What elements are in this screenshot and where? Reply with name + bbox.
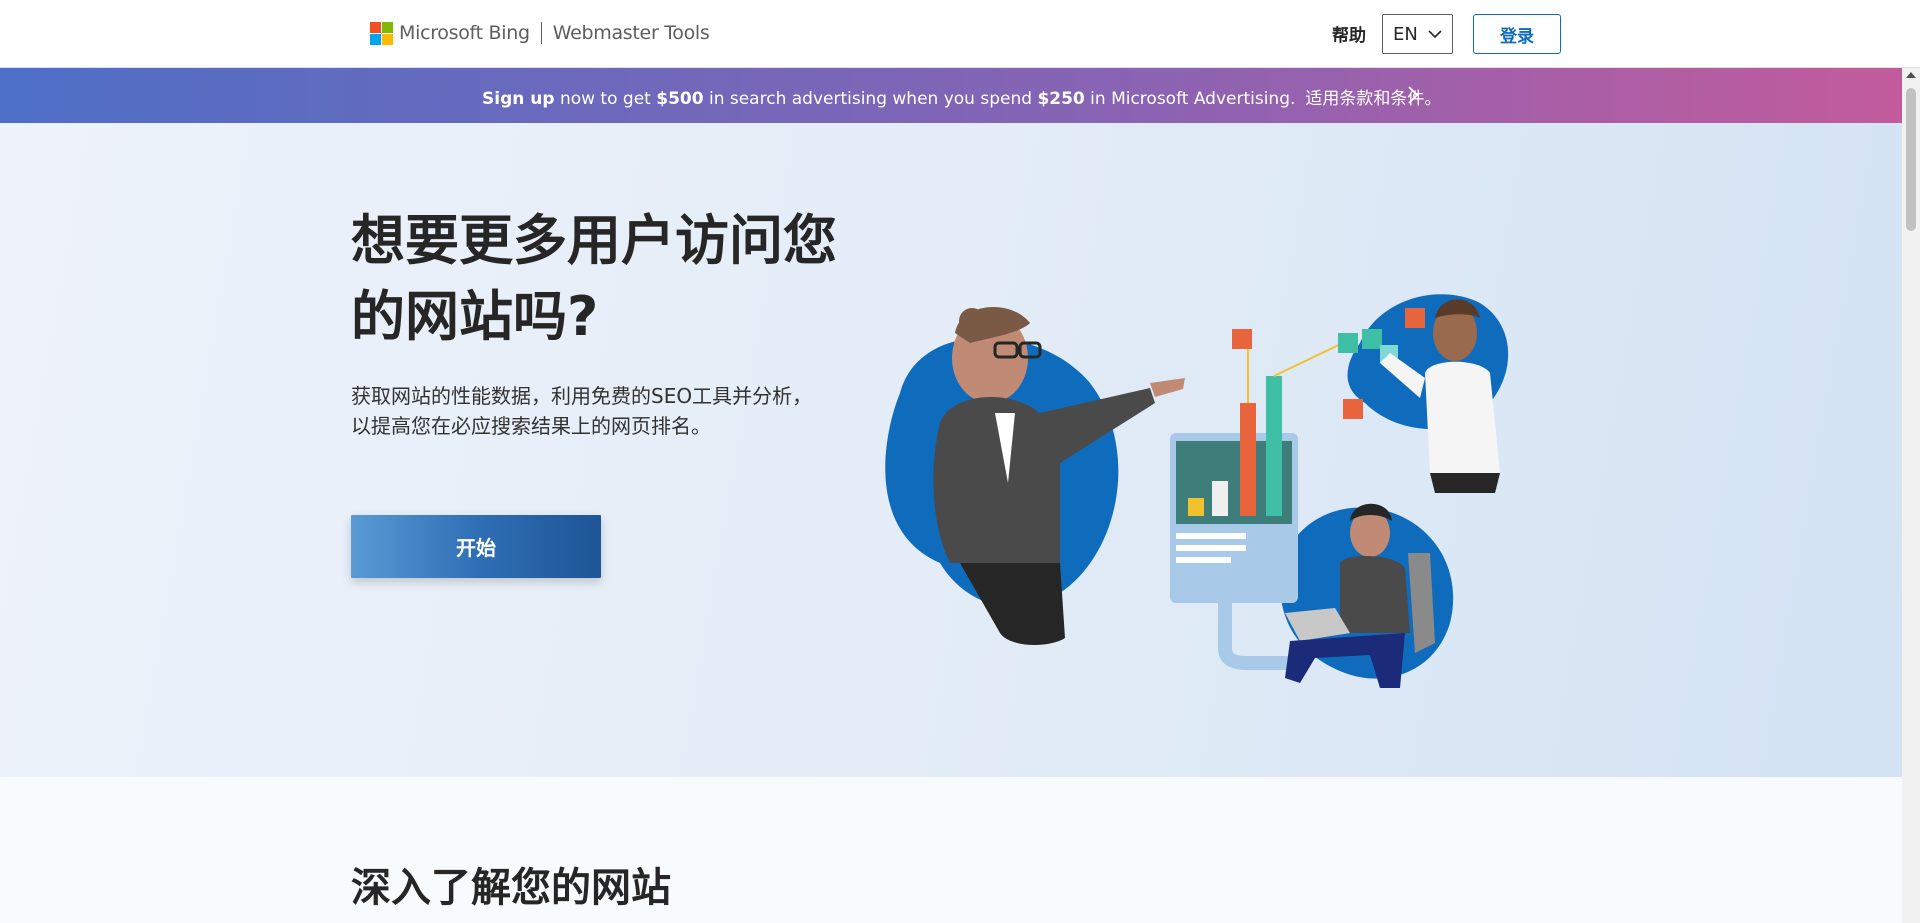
brand-name: Microsoft Bing [399,22,530,44]
promo-text: Sign up now to get $500 in search advert… [482,84,1441,109]
chevron-right-icon[interactable] [1402,84,1424,106]
hero-illustration [885,294,1509,688]
page-scrollbar[interactable] [1902,68,1920,923]
promo-text-part: now to get [554,89,657,109]
bing-webmaster-logo[interactable]: Microsoft Bing Webmaster Tools [370,20,710,46]
microsoft-logo-icon [370,21,393,45]
hero-section: 想要更多用户访问您的网站吗? 获取网站的性能数据，利用免费的SEO工具并分析，以… [0,123,1902,777]
promo-banner[interactable]: Sign up now to get $500 in search advert… [0,68,1902,123]
promo-amount: $500 [656,89,704,109]
chevron-down-icon [1428,30,1442,39]
top-header: Microsoft Bing Webmaster Tools 帮助 EN 登录 [0,0,1920,68]
language-value: EN [1393,23,1418,45]
help-link[interactable]: 帮助 [1332,21,1366,46]
promo-amount: $250 [1037,89,1085,109]
insights-section: 深入了解您的网站 [0,777,1902,923]
section-title: 深入了解您的网站 [351,865,671,911]
product-name: Webmaster Tools [552,22,710,44]
scroll-up-arrow-icon[interactable] [1906,72,1916,78]
login-button[interactable]: 登录 [1473,14,1561,54]
hero-title: 想要更多用户访问您的网站吗? [351,209,837,348]
language-select[interactable]: EN [1382,14,1453,54]
signup-link[interactable]: Sign up [482,89,555,109]
promo-text-part: in Microsoft Advertising. [1084,89,1296,109]
start-button[interactable]: 开始 [351,515,601,578]
scroll-thumb[interactable] [1906,88,1916,231]
hero-description: 获取网站的性能数据，利用免费的SEO工具并分析，以提高您在必应搜索结果上的网页排… [351,384,813,438]
brand-divider [540,22,542,44]
promo-text-part: in search advertising when you spend [703,89,1038,109]
